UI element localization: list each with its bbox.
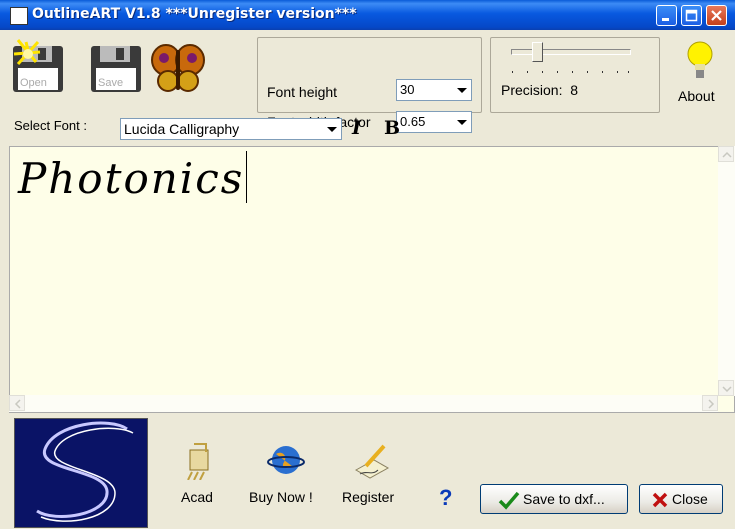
acad-label[interactable]: Acad: [181, 489, 213, 505]
scroll-left-button[interactable]: [9, 395, 25, 411]
chevron-down-icon[interactable]: [452, 81, 470, 99]
s-logo-icon: [36, 421, 134, 522]
font-width-select[interactable]: 0.65: [396, 111, 472, 133]
maximize-button[interactable]: [681, 5, 702, 26]
app-window: OutlineART V1.8 ***Unregister version***…: [0, 0, 735, 529]
butterfly-logo: [150, 36, 206, 96]
precision-label: Precision: 8: [501, 82, 579, 98]
horizontal-scrollbar[interactable]: [9, 395, 718, 412]
open-disk-icon: Open: [13, 39, 63, 92]
open-label: Open: [20, 77, 47, 89]
chevron-right-icon: [708, 399, 715, 409]
slider-tick: [628, 71, 629, 73]
close-x-icon: [652, 492, 668, 508]
close-label: Close: [672, 491, 708, 507]
about-label: About: [678, 88, 715, 104]
chevron-up-icon: [722, 151, 732, 158]
acad-button[interactable]: [180, 440, 220, 481]
precision-slider-thumb[interactable]: [532, 42, 543, 62]
app-icon: [10, 7, 28, 25]
slider-tick: [617, 71, 618, 73]
vertical-scrollbar[interactable]: [718, 146, 735, 396]
slider-tick: [587, 71, 588, 73]
precision-value: 8: [570, 82, 579, 98]
globe-icon: [267, 446, 305, 474]
save-disk-icon: Save: [91, 46, 141, 92]
font-size-group: [257, 37, 482, 113]
help-icon[interactable]: ?: [439, 485, 452, 511]
register-icon: [354, 444, 390, 479]
buy-now-button[interactable]: [266, 440, 306, 480]
acad-icon: [187, 443, 209, 481]
text-caret: [246, 151, 248, 203]
slider-tick: [542, 71, 543, 73]
close-window-button[interactable]: [706, 5, 727, 26]
register-label[interactable]: Register: [342, 489, 394, 505]
slider-tick: [572, 71, 573, 73]
font-height-label: Font height: [267, 84, 338, 100]
font-height-select[interactable]: 30: [396, 79, 472, 101]
s-logo: [14, 418, 148, 528]
title-bar[interactable]: OutlineART V1.8 ***Unregister version***: [0, 0, 735, 30]
lightbulb-icon: [687, 41, 713, 78]
italic-button[interactable]: I: [352, 117, 361, 139]
close-button[interactable]: Close: [639, 484, 723, 514]
slider-tick: [602, 71, 603, 73]
font-height-value: 30: [400, 82, 415, 97]
font-width-value: 0.65: [400, 114, 426, 129]
minimize-icon: [662, 18, 669, 21]
chevron-down-icon: [722, 386, 732, 393]
bold-button[interactable]: B: [384, 117, 400, 139]
save-to-dxf-button[interactable]: Save to dxf...: [480, 484, 628, 514]
close-icon: [711, 10, 722, 21]
open-button[interactable]: Open: [10, 36, 66, 96]
window-title: OutlineART V1.8 ***Unregister version***: [32, 6, 357, 22]
chevron-left-icon: [14, 399, 21, 409]
font-select-value: Lucida Calligraphy: [124, 121, 240, 137]
minimize-button[interactable]: [656, 5, 677, 26]
chevron-down-icon[interactable]: [323, 120, 340, 138]
save-button[interactable]: Save: [88, 36, 144, 96]
scroll-up-button[interactable]: [718, 146, 734, 162]
butterfly-icon: [151, 44, 205, 92]
save-to-dxf-label: Save to dxf...: [523, 491, 605, 507]
scroll-down-button[interactable]: [718, 380, 734, 396]
maximize-icon: [685, 9, 698, 22]
slider-tick: [527, 71, 528, 73]
about-button[interactable]: About: [673, 38, 729, 108]
chevron-down-icon[interactable]: [452, 113, 470, 131]
select-font-label: Select Font :: [14, 118, 87, 133]
checkmark-icon: [498, 491, 520, 510]
precision-slider-track[interactable]: [511, 49, 631, 55]
scroll-right-button[interactable]: [702, 395, 718, 411]
editor-content: Photonics: [18, 151, 248, 203]
slider-tick: [557, 71, 558, 73]
font-select[interactable]: Lucida Calligraphy: [120, 118, 342, 140]
buy-now-label[interactable]: Buy Now !: [249, 489, 313, 505]
slider-tick: [512, 71, 513, 73]
save-label: Save: [98, 77, 123, 89]
register-button[interactable]: [352, 440, 392, 480]
toolbar: Open Save Font height 30 factor 0.65 Pre…: [0, 30, 735, 133]
text-editor[interactable]: Photonics: [9, 146, 735, 413]
